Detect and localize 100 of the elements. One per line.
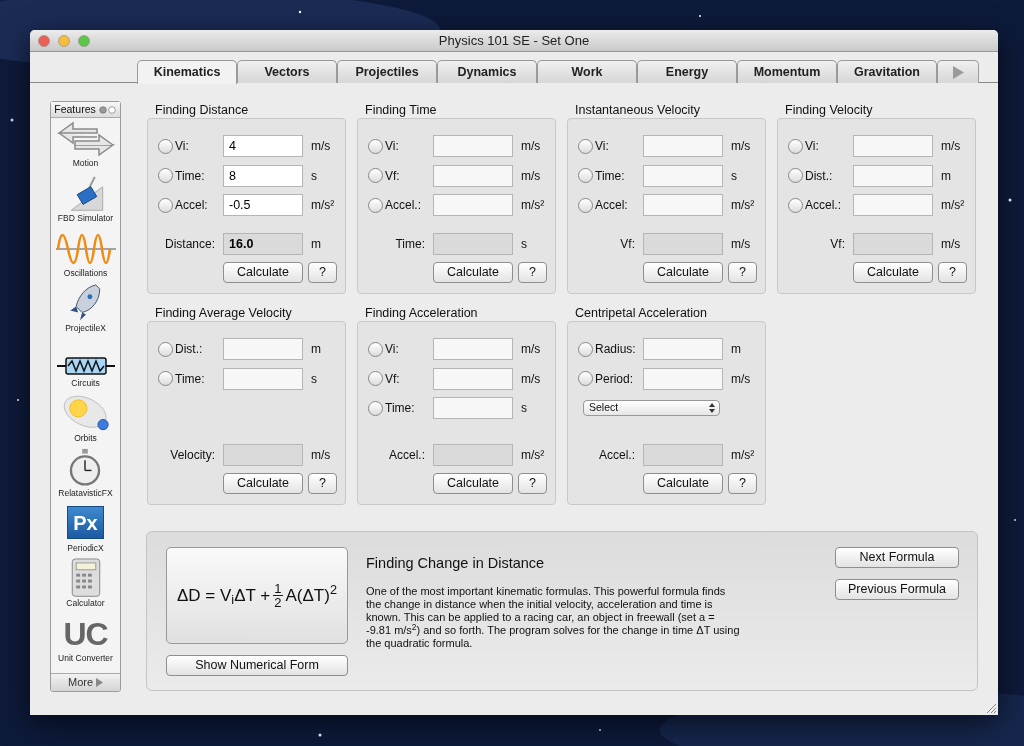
input-field[interactable]: [643, 164, 723, 187]
unit-label: m/s: [731, 370, 751, 388]
stopwatch-icon[interactable]: [68, 448, 103, 488]
radio-button[interactable]: [158, 371, 173, 386]
tab[interactable]: Kinematics: [137, 60, 237, 84]
radio-button[interactable]: [158, 197, 173, 213]
tab[interactable]: Work: [537, 60, 637, 83]
tab[interactable]: Gravitation: [837, 60, 937, 83]
help-button[interactable]: ?: [518, 262, 547, 283]
input-field[interactable]: [643, 135, 723, 157]
play-arrow-icon: [952, 65, 964, 79]
app-tile-icon[interactable]: Px: [67, 506, 104, 540]
tab[interactable]: Projectiles: [337, 60, 437, 83]
calculate-button[interactable]: Calculate: [223, 473, 303, 494]
feature-label: ProjectileX: [65, 322, 106, 335]
resize-grip-icon[interactable]: [986, 703, 996, 713]
tab[interactable]: Vectors: [237, 60, 337, 83]
calculate-button[interactable]: Calculate: [433, 262, 513, 283]
panel-title: Finding Velocity: [784, 102, 874, 118]
result-field[interactable]: [853, 232, 933, 255]
calculate-button[interactable]: Calculate: [433, 473, 513, 494]
result-field[interactable]: [643, 232, 723, 255]
result-field[interactable]: [223, 443, 303, 466]
radio-button[interactable]: [368, 341, 383, 357]
radio-button[interactable]: [158, 138, 173, 154]
input-field[interactable]: 8: [223, 164, 303, 187]
input-field[interactable]: [853, 164, 933, 187]
tab[interactable]: Momentum: [737, 60, 837, 83]
input-field[interactable]: [433, 397, 513, 419]
close-button[interactable]: [38, 34, 50, 47]
result-field[interactable]: [433, 443, 513, 466]
radio-button[interactable]: [368, 371, 383, 386]
tab[interactable]: Energy: [637, 60, 737, 83]
input-field[interactable]: [433, 194, 513, 216]
help-button[interactable]: ?: [308, 262, 337, 283]
window-title: Physics 101 SE - Set One: [438, 31, 590, 50]
help-button[interactable]: ?: [728, 262, 757, 283]
formula-nav-button[interactable]: Previous Formula: [835, 579, 959, 600]
field-label: Vi:: [385, 341, 399, 358]
input-field[interactable]: [643, 338, 723, 360]
input-field[interactable]: [853, 135, 933, 157]
input-field[interactable]: [643, 194, 723, 216]
help-button[interactable]: ?: [308, 473, 337, 494]
result-field[interactable]: [643, 443, 723, 466]
radio-button[interactable]: [578, 341, 593, 357]
unit-label: m/s: [521, 370, 541, 388]
input-field[interactable]: [223, 338, 303, 360]
result-field[interactable]: [433, 232, 513, 255]
radio-button[interactable]: [788, 138, 803, 154]
rocket-icon[interactable]: [68, 283, 103, 323]
input-field[interactable]: [433, 367, 513, 390]
feature-label: Unit Converter: [58, 652, 113, 665]
unit-label: m/s: [521, 138, 541, 155]
minimize-button[interactable]: [58, 34, 70, 47]
unit-label: m/s²: [521, 197, 545, 214]
input-field[interactable]: [433, 338, 513, 360]
formula-title: Finding Change in Distance: [366, 554, 546, 573]
input-field[interactable]: [433, 135, 513, 157]
calculate-button[interactable]: Calculate: [223, 262, 303, 283]
radio-button[interactable]: [578, 168, 593, 183]
input-field[interactable]: [853, 194, 933, 216]
radio-button[interactable]: [158, 168, 173, 183]
result-field[interactable]: 16.0: [223, 232, 303, 255]
feature-label: FBD Simulator: [57, 212, 114, 225]
app-letters-icon[interactable]: UC: [63, 616, 108, 653]
show-numerical-button[interactable]: Show Numerical Form: [166, 655, 348, 676]
feature-label: Calculator: [66, 597, 105, 610]
more-button[interactable]: More: [51, 673, 120, 691]
tab[interactable]: Dynamics: [437, 60, 537, 83]
help-button[interactable]: ?: [518, 473, 547, 494]
input-field[interactable]: [433, 164, 513, 187]
input-field[interactable]: [223, 367, 303, 390]
feature-label: RelatavisticFX: [58, 487, 113, 500]
calculate-button[interactable]: Calculate: [643, 473, 723, 494]
more-tabs-button[interactable]: [937, 60, 979, 83]
radio-button[interactable]: [578, 138, 593, 154]
view-toggle-icon[interactable]: [98, 105, 117, 114]
radio-button[interactable]: [368, 168, 383, 183]
double-arrow-icon[interactable]: [56, 121, 115, 158]
radio-button[interactable]: [788, 197, 803, 213]
radio-button[interactable]: [368, 138, 383, 154]
help-button[interactable]: ?: [938, 262, 967, 283]
input-field[interactable]: [643, 367, 723, 390]
calculate-button[interactable]: Calculate: [853, 262, 933, 283]
zoom-button[interactable]: [78, 34, 90, 47]
unit-label: m/s²: [731, 197, 755, 214]
radio-button[interactable]: [368, 400, 383, 416]
input-field[interactable]: 4: [223, 135, 303, 157]
formula-nav-button[interactable]: Next Formula: [835, 547, 959, 568]
radio-button[interactable]: [368, 197, 383, 213]
radio-button[interactable]: [578, 371, 593, 386]
resistor-icon[interactable]: [56, 355, 115, 378]
calculator-icon[interactable]: [70, 558, 101, 598]
radio-button[interactable]: [788, 168, 803, 183]
help-button[interactable]: ?: [728, 473, 757, 494]
select-dropdown[interactable]: Select: [583, 400, 720, 416]
input-field[interactable]: -0.5: [223, 194, 303, 216]
radio-button[interactable]: [158, 341, 173, 357]
calculate-button[interactable]: Calculate: [643, 262, 723, 283]
radio-button[interactable]: [578, 197, 593, 213]
